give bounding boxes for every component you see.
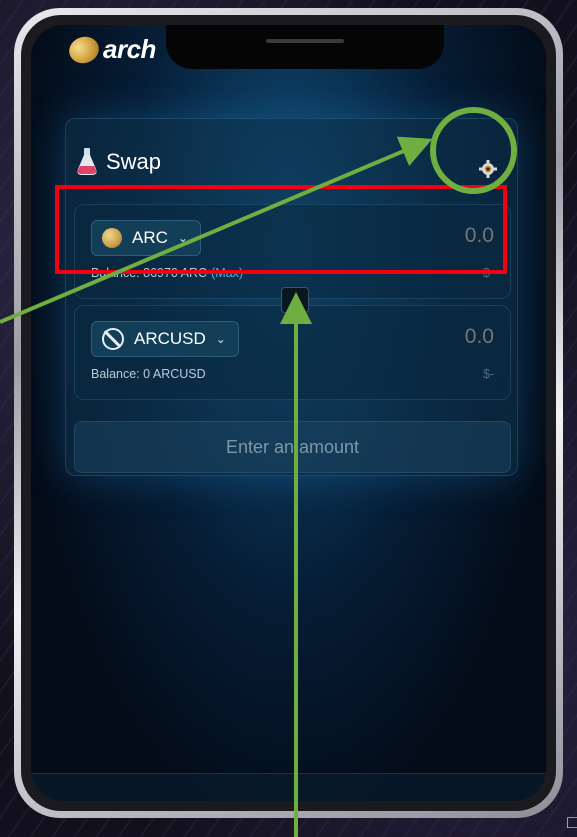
to-token-label: ARCUSD — [134, 329, 206, 348]
to-usd-value: $- — [482, 367, 494, 381]
chevron-down-icon: ⌄ — [215, 332, 226, 346]
coin-logo-icon — [65, 32, 103, 67]
edge-fragment: □ — [567, 812, 577, 832]
from-token-select[interactable]: ARC ⌄ — [91, 220, 201, 256]
settings-button[interactable] — [476, 157, 500, 181]
from-balance: Balance: 86970 ARC (Max) — [91, 266, 243, 280]
to-balance-text: Balance: 0 ARCUSD — [91, 367, 206, 381]
from-token-label: ARC — [132, 228, 168, 247]
chevron-down-icon: ⌄ — [177, 231, 188, 245]
swap-title: Swap — [106, 149, 162, 174]
to-token-panel: ARCUSD ⌄ Balance: 0 ARCUSD $- — [74, 305, 511, 400]
to-balance: Balance: 0 ARCUSD — [91, 367, 206, 381]
phone-notch — [166, 25, 444, 69]
to-amount-input[interactable] — [374, 325, 494, 349]
swap-header: Swap — [76, 147, 161, 177]
app-screen: arch Swap ARC ⌄ 0.0 Balance: 86970 ARC (… — [31, 25, 546, 801]
swap-card: Swap ARC ⌄ 0.0 Balance: 86970 ARC (Max) … — [65, 118, 518, 476]
from-token-panel: ARC ⌄ Balance: 86970 ARC (Max) $- — [74, 204, 511, 299]
max-button[interactable]: (Max) — [211, 266, 243, 280]
app-logo[interactable]: arch — [65, 32, 156, 67]
logo-text: arch — [103, 34, 156, 64]
to-token-select[interactable]: ARCUSD ⌄ — [91, 321, 239, 357]
from-usd-value: $- — [482, 266, 494, 280]
no-token-icon — [102, 328, 124, 350]
from-balance-text: Balance: 86970 ARC — [91, 266, 208, 280]
arc-coin-icon — [102, 228, 122, 248]
phone-frame: arch Swap ARC ⌄ 0.0 Balance: 86970 ARC (… — [14, 8, 563, 818]
flip-tokens-button[interactable]: ⌄ — [281, 287, 309, 313]
enter-amount-button[interactable]: Enter an amount — [74, 421, 511, 473]
from-amount-input[interactable] — [374, 224, 494, 248]
phone-bezel: arch Swap ARC ⌄ 0.0 Balance: 86970 ARC (… — [21, 15, 556, 811]
bottom-nav — [31, 773, 546, 801]
flask-icon — [77, 148, 97, 175]
gear-icon — [479, 160, 497, 178]
chevron-down-icon: ⌄ — [289, 293, 301, 307]
